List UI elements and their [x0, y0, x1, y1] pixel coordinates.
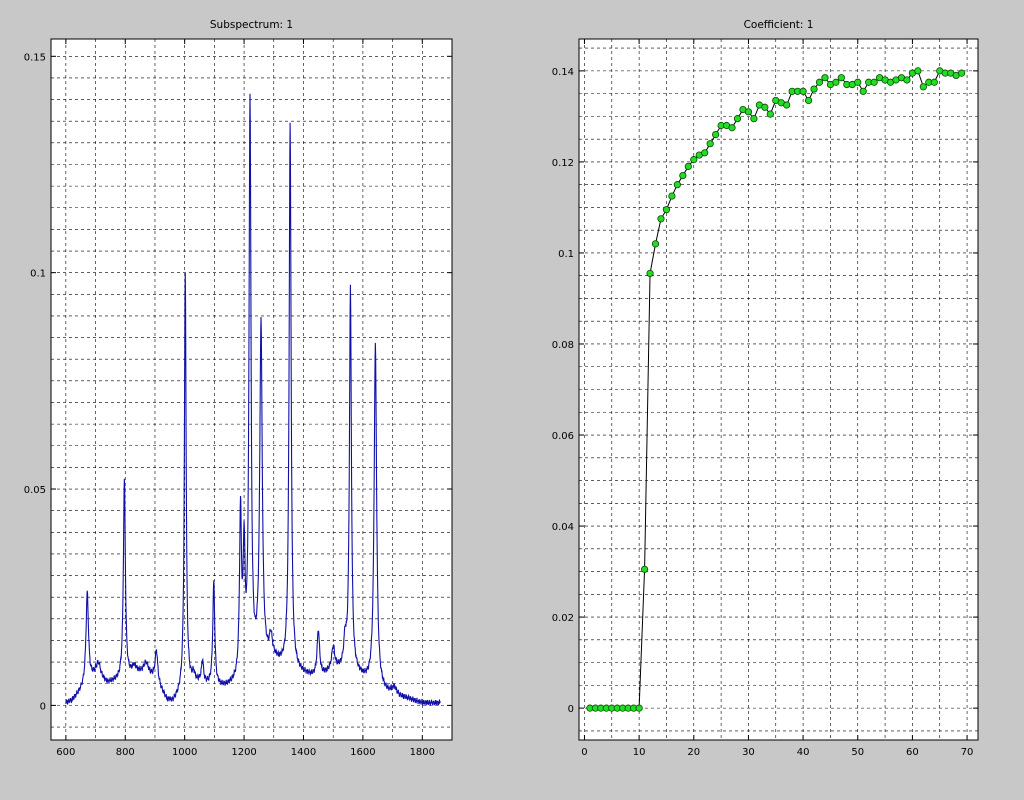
coefficient-y-tick-label: 0.04 [552, 522, 574, 533]
coefficient-point [651, 240, 660, 248]
coefficient-point [810, 85, 818, 93]
coefficient-x-tick-label: 0 [581, 747, 587, 758]
subspectrum-x-tick-label: 800 [116, 747, 135, 758]
subspectrum-title: Subspectrum: 1 [210, 19, 293, 31]
coefficient-x-tick-label: 10 [633, 747, 646, 758]
coefficient-point [646, 269, 654, 278]
coefficient-y-tick-label: 0.1 [558, 249, 574, 260]
coefficient-point [799, 87, 807, 95]
subspectrum-y-tick-label: 0.1 [30, 269, 46, 280]
coefficient-point [640, 565, 649, 573]
coefficient-point [657, 215, 665, 223]
coefficient-point [635, 704, 643, 712]
subspectrum-y-tick-label: 0.05 [24, 485, 46, 496]
subspectrum-chart: 600 800 1000 1200 1400 1600 1800 0 0.05 0.1 0.15 Su… [24, 19, 453, 758]
subspectrum-y-tick-label: 0 [40, 701, 46, 712]
coefficient-point [815, 78, 824, 86]
coefficient-title: Coefficient: 1 [744, 19, 814, 31]
coefficient-y-tick-label: 0.14 [552, 67, 574, 78]
coefficient-point [783, 101, 791, 109]
coefficient-y-tick-label: 0.06 [552, 431, 574, 442]
coefficient-point [903, 76, 911, 84]
coefficient-point [821, 74, 829, 82]
coefficient-x-tick-label: 40 [797, 747, 810, 758]
coefficient-point [957, 69, 966, 77]
coefficient-point [684, 162, 692, 171]
subspectrum-x-tick-label: 600 [56, 747, 75, 758]
coefficient-point [804, 96, 813, 105]
coefficient-y-tick-label: 0.08 [552, 340, 574, 351]
coefficient-point [930, 78, 938, 86]
coefficient-point [870, 78, 878, 86]
subspectrum-x-tick-label: 1600 [350, 747, 375, 758]
coefficient-x-tick-label: 20 [687, 747, 700, 758]
coefficient-x-tick-label: 60 [906, 747, 919, 758]
coefficient-point [854, 78, 862, 86]
coefficient-point [750, 115, 758, 123]
coefficient-point [766, 110, 774, 118]
coefficient-chart: 0 10 20 30 40 50 60 70 0 0.02 0.04 0.06 0.08 0.1 0.12 0… [552, 19, 979, 758]
coefficient-point [706, 140, 714, 148]
coefficient-point [919, 83, 927, 91]
coefficient-point [712, 130, 720, 139]
coefficient-point [733, 115, 742, 123]
coefficient-point [728, 124, 736, 132]
coefficient-point [662, 206, 671, 214]
coefficient-point [837, 74, 845, 82]
coefficient-point [744, 108, 753, 116]
coefficient-x-tick-label: 50 [851, 747, 864, 758]
coefficient-point [690, 156, 698, 164]
coefficient-y-tick-label: 0.02 [552, 613, 574, 624]
subspectrum-x-tick-label: 1200 [231, 747, 256, 758]
subspectrum-x-tick-label: 1400 [291, 747, 316, 758]
coefficient-point [761, 103, 769, 111]
subspectrum-x-tick-label: 1800 [410, 747, 435, 758]
figure: 600 800 1000 1200 1400 1600 180000.050.10.15Su… [24, 19, 979, 758]
coefficient-y-tick-label: 0 [568, 704, 574, 715]
coefficient-point [673, 181, 681, 189]
coefficient-point [832, 78, 840, 86]
coefficient-point [914, 67, 922, 75]
coefficient-point [679, 171, 687, 180]
subspectrum-x-tick-label: 1000 [172, 747, 197, 758]
coefficient-x-tick-label: 30 [742, 747, 755, 758]
coefficient-point [668, 192, 676, 200]
subspectrum-y-tick-label: 0.15 [24, 52, 46, 63]
coefficient-point [859, 87, 867, 95]
coefficient-point [701, 149, 709, 157]
coefficient-x-tick-label: 70 [961, 747, 974, 758]
coefficient-y-tick-label: 0.12 [552, 158, 574, 169]
